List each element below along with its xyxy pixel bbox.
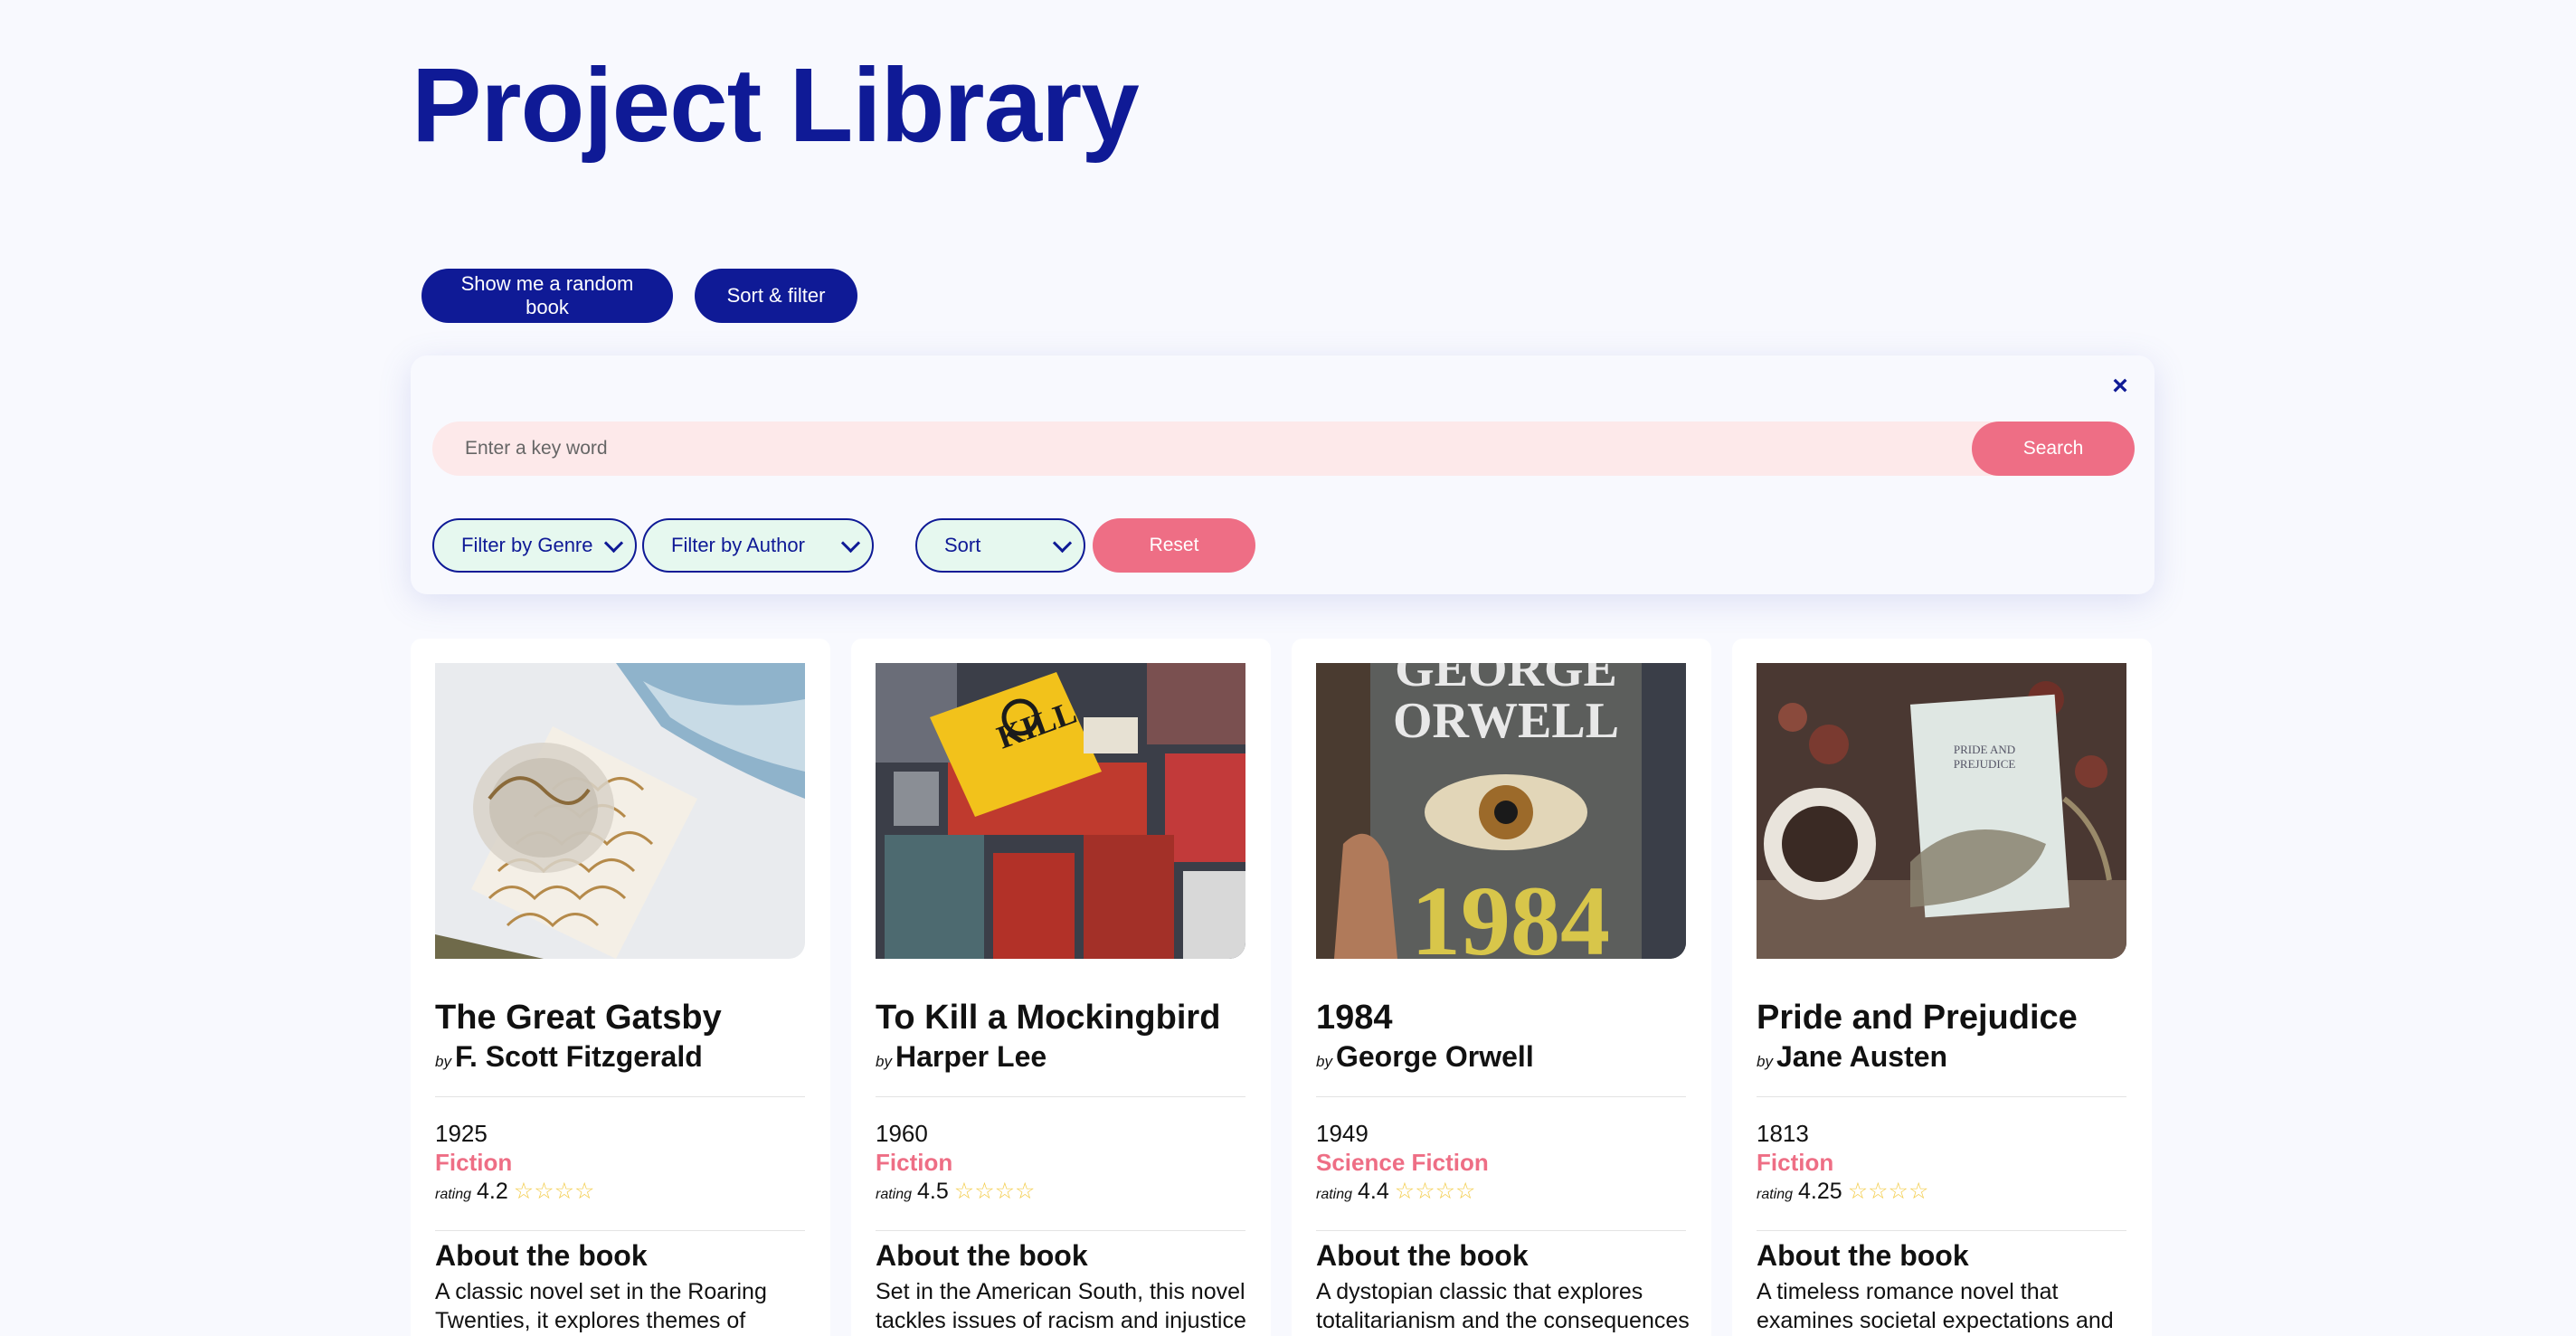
- 1984-cover: GEORGE ORWELL 1984: [1316, 663, 1686, 959]
- reset-button[interactable]: Reset: [1093, 518, 1255, 573]
- book-author: by George Orwell: [1316, 1040, 1534, 1074]
- book-rating: rating 4.25 ☆☆☆☆: [1757, 1178, 1928, 1205]
- close-icon[interactable]: ×: [2106, 372, 2135, 401]
- book-genre: Science Fiction: [1316, 1149, 1489, 1176]
- book-genre: Fiction: [876, 1149, 953, 1176]
- divider: [1757, 1230, 2126, 1231]
- gatsby-cover: [435, 663, 805, 959]
- chevron-down-icon: [1052, 533, 1073, 554]
- about-heading: About the book: [1757, 1239, 1969, 1272]
- book-rating: rating 4.2 ☆☆☆☆: [435, 1178, 594, 1205]
- rating-value: 4.4: [1358, 1179, 1389, 1204]
- rating-value: 4.5: [917, 1179, 949, 1204]
- svg-text:PRIDE AND: PRIDE AND: [1954, 743, 2015, 756]
- book-title: The Great Gatsby: [435, 999, 722, 1037]
- rating-label: rating: [1316, 1187, 1353, 1202]
- author-name: George Orwell: [1335, 1040, 1534, 1073]
- book-genre: Fiction: [1757, 1149, 1834, 1176]
- book-author: by F. Scott Fitzgerald: [435, 1040, 703, 1074]
- by-label: by: [1316, 1053, 1332, 1070]
- star-icon: ☆☆☆☆: [513, 1179, 595, 1204]
- cover-title: 1984: [1411, 866, 1610, 959]
- sort-label: Sort: [944, 534, 981, 556]
- book-card[interactable]: GEORGE ORWELL 1984 1984 by George Orwell …: [1292, 639, 1711, 1336]
- book-author: by Jane Austen: [1757, 1040, 1947, 1074]
- divider: [876, 1230, 1245, 1231]
- rating-label: rating: [1757, 1187, 1794, 1202]
- book-title: Pride and Prejudice: [1757, 999, 2078, 1037]
- book-year: 1813: [1757, 1120, 1809, 1147]
- rating-label: rating: [876, 1187, 913, 1202]
- page-title: Project Library: [412, 46, 1140, 164]
- book-rating: rating 4.4 ☆☆☆☆: [1316, 1178, 1475, 1205]
- genre-filter-select[interactable]: Filter by Genre: [432, 518, 637, 573]
- action-buttons: Show me a random book Sort & filter: [421, 269, 857, 323]
- rating-value: 4.2: [477, 1179, 508, 1204]
- book-card[interactable]: PRIDE AND PREJUDICE Pride and Prejudice …: [1732, 639, 2152, 1336]
- sort-filter-button[interactable]: Sort & filter: [695, 269, 857, 323]
- book-grid: The Great Gatsby by F. Scott Fitzgerald 1…: [411, 639, 2155, 1336]
- divider: [435, 1096, 805, 1097]
- divider: [876, 1096, 1245, 1097]
- about-heading: About the book: [1316, 1239, 1529, 1272]
- book-genre: Fiction: [435, 1149, 513, 1176]
- mockingbird-cover: KILL: [876, 663, 1245, 959]
- filter-panel: × Search Filter by Genre Filter by Autho…: [411, 355, 2155, 594]
- divider: [1757, 1096, 2126, 1097]
- book-rating: rating 4.5 ☆☆☆☆: [876, 1178, 1035, 1205]
- divider: [435, 1230, 805, 1231]
- search-input[interactable]: [432, 422, 2060, 476]
- book-card[interactable]: The Great Gatsby by F. Scott Fitzgerald 1…: [411, 639, 830, 1336]
- by-label: by: [1757, 1053, 1773, 1070]
- random-book-button[interactable]: Show me a random book: [421, 269, 673, 323]
- author-filter-select[interactable]: Filter by Author: [642, 518, 874, 573]
- author-filter-label: Filter by Author: [671, 534, 805, 556]
- star-icon: ☆☆☆☆: [1847, 1179, 1929, 1204]
- by-label: by: [876, 1053, 892, 1070]
- about-text: A classic novel set in the Roaring Twent…: [435, 1279, 767, 1333]
- divider: [1316, 1096, 1686, 1097]
- genre-filter-label: Filter by Genre: [461, 534, 593, 556]
- sort-select[interactable]: Sort: [915, 518, 1085, 573]
- book-year: 1925: [435, 1120, 488, 1147]
- rating-label: rating: [435, 1187, 472, 1202]
- chevron-down-icon: [840, 533, 861, 554]
- cover-author-bottom: ORWELL: [1393, 693, 1619, 749]
- book-author: by Harper Lee: [876, 1040, 1046, 1074]
- author-name: Harper Lee: [895, 1040, 1047, 1073]
- book-year: 1949: [1316, 1120, 1368, 1147]
- book-card[interactable]: KILL To Kill a Mockingbird by Harper Lee …: [851, 639, 1271, 1336]
- star-icon: ☆☆☆☆: [1394, 1179, 1476, 1204]
- svg-text:PREJUDICE: PREJUDICE: [1954, 757, 2016, 771]
- divider: [1316, 1230, 1686, 1231]
- about-text: A dystopian classic that explores totali…: [1316, 1279, 1690, 1333]
- chevron-down-icon: [603, 533, 624, 554]
- about-text: Set in the American South, this novel ta…: [876, 1279, 1246, 1333]
- about-heading: About the book: [876, 1239, 1088, 1272]
- search-row: Search: [432, 422, 2135, 476]
- author-name: Jane Austen: [1776, 1040, 1948, 1073]
- pride-cover: PRIDE AND PREJUDICE: [1757, 663, 2126, 959]
- rating-value: 4.25: [1798, 1179, 1842, 1204]
- author-name: F. Scott Fitzgerald: [454, 1040, 703, 1073]
- about-text: A timeless romance novel that examines s…: [1757, 1279, 2114, 1333]
- search-button[interactable]: Search: [1972, 422, 2135, 476]
- by-label: by: [435, 1053, 451, 1070]
- star-icon: ☆☆☆☆: [953, 1179, 1036, 1204]
- about-heading: About the book: [435, 1239, 648, 1272]
- book-title: To Kill a Mockingbird: [876, 999, 1221, 1037]
- book-year: 1960: [876, 1120, 928, 1147]
- book-title: 1984: [1316, 999, 1393, 1037]
